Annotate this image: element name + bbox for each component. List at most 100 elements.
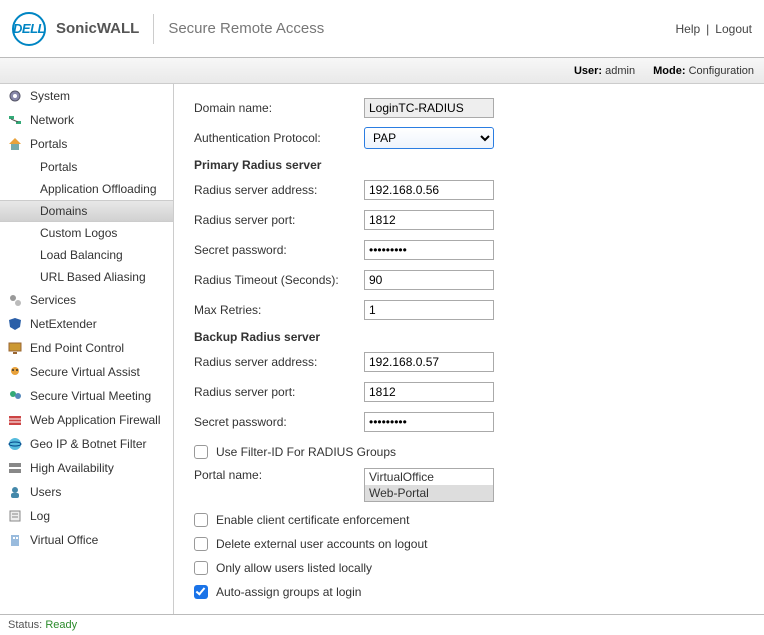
mode-info: Mode: Configuration	[653, 65, 754, 77]
user-icon	[6, 485, 24, 499]
mode-value: Configuration	[689, 65, 754, 77]
domain-name-input[interactable]	[364, 98, 494, 118]
sidebar-item-label: NetExtender	[30, 317, 97, 331]
wall-icon	[6, 413, 24, 427]
sidebar-item-label: Web Application Firewall	[30, 413, 161, 427]
delete-external-checkbox[interactable]	[194, 537, 208, 551]
sidebar-sub-custom-logos[interactable]: Custom Logos	[0, 222, 173, 244]
backup-port-input[interactable]	[364, 382, 494, 402]
backup-radius-header: Backup Radius server	[194, 330, 748, 344]
sidebar-item-services[interactable]: Services	[0, 288, 173, 312]
primary-port-label: Radius server port:	[194, 213, 364, 227]
portal-name-list[interactable]: VirtualOffice Web-Portal	[364, 468, 494, 502]
sidebar-item-label: Portals	[30, 137, 67, 151]
people-icon	[6, 389, 24, 403]
logo-group: DELL SonicWALL	[12, 12, 139, 46]
sidebar-item-label: Secure Virtual Meeting	[30, 389, 151, 403]
backup-port-label: Radius server port:	[194, 385, 364, 399]
status-label: Status:	[8, 619, 42, 631]
mode-label: Mode:	[653, 65, 685, 77]
content-area: System Network Portals Portals Applicati…	[0, 84, 764, 614]
sidebar-item-label: Virtual Office	[30, 533, 98, 547]
sidebar-item-portals[interactable]: Portals	[0, 132, 173, 156]
sidebar-item-label: Users	[30, 485, 61, 499]
backup-secret-label: Secret password:	[194, 415, 364, 429]
header-links: Help | Logout	[675, 22, 752, 36]
filter-id-checkbox[interactable]	[194, 445, 208, 459]
divider-pipe: |	[706, 22, 709, 36]
delete-external-label: Delete external user accounts on logout	[216, 537, 427, 551]
timeout-label: Radius Timeout (Seconds):	[194, 273, 364, 287]
divider	[153, 14, 154, 44]
log-icon	[6, 509, 24, 523]
status-value: Ready	[45, 619, 77, 631]
network-icon	[6, 113, 24, 127]
sidebar-sub-portals[interactable]: Portals	[0, 156, 173, 178]
sidebar-item-ha[interactable]: High Availability	[0, 456, 173, 480]
gear-icon	[6, 89, 24, 103]
sidebar-item-label: High Availability	[30, 461, 114, 475]
sidebar-item-label: Geo IP & Botnet Filter	[30, 437, 147, 451]
user-label: User:	[574, 65, 602, 77]
sidebar-item-network[interactable]: Network	[0, 108, 173, 132]
primary-port-input[interactable]	[364, 210, 494, 230]
client-cert-checkbox[interactable]	[194, 513, 208, 527]
sidebar-item-waf[interactable]: Web Application Firewall	[0, 408, 173, 432]
dell-logo-icon: DELL	[12, 12, 46, 46]
retries-input[interactable]	[364, 300, 494, 320]
sidebar-item-endpoint[interactable]: End Point Control	[0, 336, 173, 360]
headset-icon	[6, 365, 24, 379]
sidebar-item-label: Log	[30, 509, 50, 523]
main-panel: Domain name: Authentication Protocol: PA…	[174, 84, 764, 614]
auto-assign-checkbox[interactable]	[194, 585, 208, 599]
primary-radius-header: Primary Radius server	[194, 158, 748, 172]
primary-secret-label: Secret password:	[194, 243, 364, 257]
sidebar-item-virtual-meeting[interactable]: Secure Virtual Meeting	[0, 384, 173, 408]
domain-name-label: Domain name:	[194, 101, 364, 115]
sidebar-item-system[interactable]: System	[0, 84, 173, 108]
sidebar-sub-app-offloading[interactable]: Application Offloading	[0, 178, 173, 200]
header-bar: DELL SonicWALL Secure Remote Access Help…	[0, 0, 764, 58]
sub-header: User: admin Mode: Configuration	[0, 58, 764, 84]
client-cert-label: Enable client certificate enforcement	[216, 513, 409, 527]
sidebar-item-geoip[interactable]: Geo IP & Botnet Filter	[0, 432, 173, 456]
sidebar-item-users[interactable]: Users	[0, 480, 173, 504]
primary-addr-input[interactable]	[364, 180, 494, 200]
sidebar-sub-domains[interactable]: Domains	[0, 200, 173, 222]
backup-addr-input[interactable]	[364, 352, 494, 372]
backup-secret-input[interactable]	[364, 412, 494, 432]
sidebar-item-virtual-assist[interactable]: Secure Virtual Assist	[0, 360, 173, 384]
sidebar-item-log[interactable]: Log	[0, 504, 173, 528]
sidebar-item-netextender[interactable]: NetExtender	[0, 312, 173, 336]
portal-option-2[interactable]: Web-Portal	[365, 485, 493, 501]
primary-addr-label: Radius server address:	[194, 183, 364, 197]
retries-label: Max Retries:	[194, 303, 364, 317]
filter-id-label: Use Filter-ID For RADIUS Groups	[216, 445, 396, 459]
user-value: admin	[605, 65, 635, 77]
sidebar-sub-url-aliasing[interactable]: URL Based Aliasing	[0, 266, 173, 288]
logout-link[interactable]: Logout	[715, 22, 752, 36]
product-title: Secure Remote Access	[168, 20, 324, 37]
timeout-input[interactable]	[364, 270, 494, 290]
sidebar-item-virtual-office[interactable]: Virtual Office	[0, 528, 173, 552]
help-link[interactable]: Help	[675, 22, 700, 36]
auth-protocol-label: Authentication Protocol:	[194, 131, 364, 145]
house-icon	[6, 137, 24, 151]
only-local-label: Only allow users listed locally	[216, 561, 372, 575]
sidebar: System Network Portals Portals Applicati…	[0, 84, 174, 614]
portal-name-label: Portal name:	[194, 468, 364, 482]
sidebar-sub-load-balancing[interactable]: Load Balancing	[0, 244, 173, 266]
portal-option-1[interactable]: VirtualOffice	[365, 469, 493, 485]
status-bar: Status: Ready	[0, 614, 764, 635]
globe-icon	[6, 437, 24, 451]
gears-icon	[6, 293, 24, 307]
user-info: User: admin	[574, 65, 635, 77]
primary-secret-input[interactable]	[364, 240, 494, 260]
sidebar-item-label: Services	[30, 293, 76, 307]
building-icon	[6, 533, 24, 547]
monitor-icon	[6, 341, 24, 355]
brand-text: SonicWALL	[56, 20, 139, 37]
auth-protocol-select[interactable]: PAP	[364, 127, 494, 149]
sidebar-item-label: Network	[30, 113, 74, 127]
only-local-checkbox[interactable]	[194, 561, 208, 575]
